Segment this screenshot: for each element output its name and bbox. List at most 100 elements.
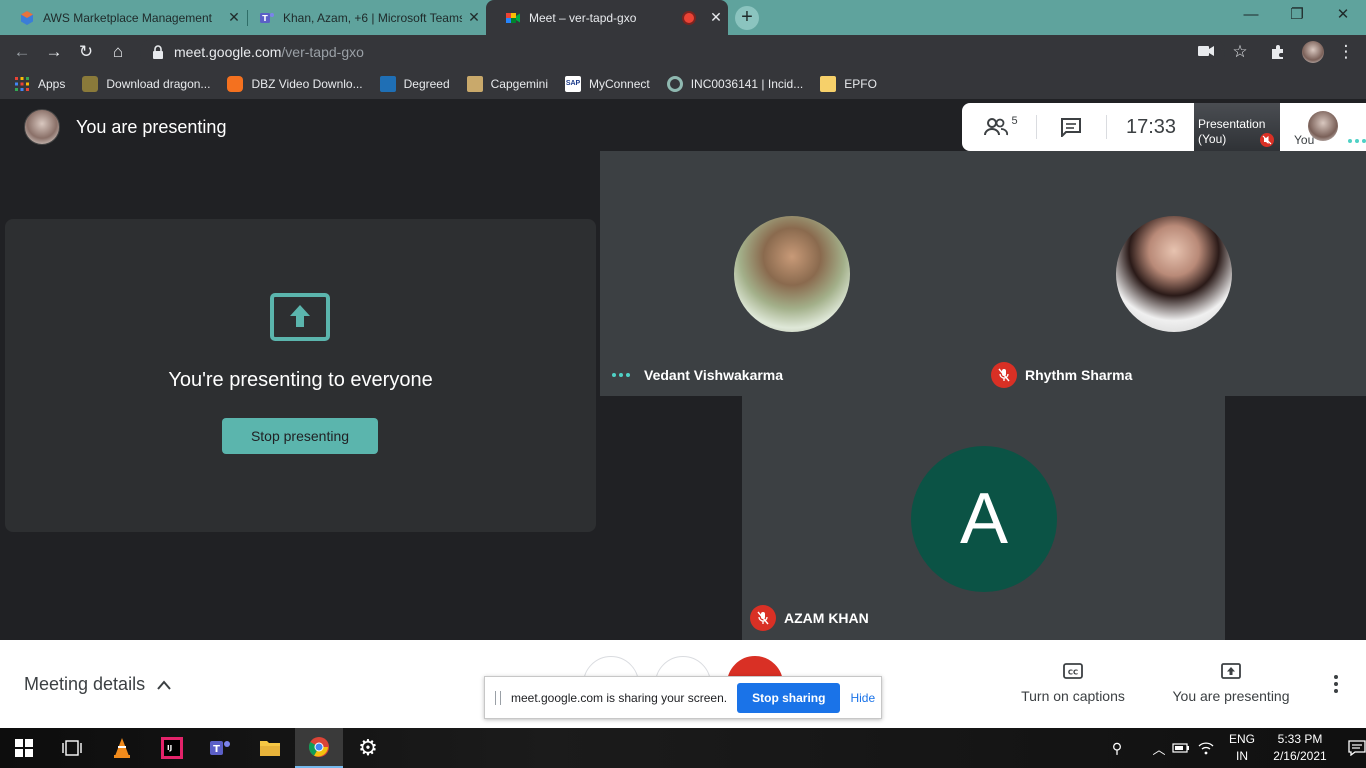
- profile-avatar[interactable]: [1302, 41, 1324, 63]
- intellij-taskbar-button[interactable]: IJ: [148, 728, 196, 768]
- participant-name-row: Vedant Vishwakarma: [612, 367, 783, 383]
- svg-text:T: T: [262, 14, 268, 23]
- close-window-button[interactable]: ✕: [1320, 0, 1366, 30]
- bookmark-label: EPFO: [844, 77, 877, 91]
- meeting-info-panel: 5 17:33 Presentation (You) You: [962, 103, 1366, 151]
- extensions-puzzle-icon[interactable]: [1270, 44, 1286, 60]
- url-path: /ver-tapd-gxo: [281, 44, 364, 60]
- teams-icon: T: [210, 741, 230, 755]
- screen-share-notification: meet.google.com is sharing your screen. …: [484, 676, 882, 719]
- bookmark-download-dragon[interactable]: Download dragon...: [82, 76, 210, 92]
- meeting-details-button[interactable]: Meeting details: [24, 674, 171, 695]
- new-tab-button[interactable]: +: [735, 6, 759, 30]
- minimize-button[interactable]: —: [1228, 0, 1274, 30]
- shield-icon: [82, 76, 99, 92]
- participant-count: 5: [1011, 115, 1018, 127]
- chevron-up-icon: [157, 679, 171, 690]
- people-icon: [984, 118, 1009, 136]
- chrome-menu-kebab-icon[interactable]: ⋮: [1336, 42, 1356, 62]
- taskbar-clock[interactable]: 5:33 PM 2/16/2021: [1268, 731, 1332, 765]
- windows-start-button[interactable]: [0, 728, 48, 768]
- participant-tile-vedant[interactable]: Vedant Vishwakarma: [600, 151, 983, 396]
- taskbar-time: 5:33 PM: [1277, 732, 1323, 746]
- gear-icon: ⚙: [358, 735, 378, 760]
- participant-name-row: Rhythm Sharma: [991, 362, 1132, 388]
- system-tray: ⚲ ︿ ENG IN 5:33 PM 2/16/2021: [1106, 728, 1366, 768]
- more-options-kebab-icon[interactable]: [1328, 674, 1344, 694]
- action-center-notification-icon[interactable]: [1348, 740, 1366, 756]
- restore-button[interactable]: ❐: [1274, 0, 1320, 30]
- you-are-presenting-button[interactable]: You are presenting: [1170, 662, 1292, 704]
- vlc-cone-icon: [114, 738, 130, 758]
- bookmark-label: Degreed: [403, 77, 450, 91]
- speaking-indicator-icon: [1348, 139, 1366, 143]
- tab-aws-marketplace[interactable]: AWS Marketplace Management ✕: [0, 0, 246, 35]
- presenting-label: You are presenting: [1172, 688, 1290, 704]
- divider: [1036, 115, 1037, 139]
- participant-tile-azam[interactable]: A AZAM KHAN: [742, 396, 1225, 640]
- language-line-1: ENG: [1228, 732, 1255, 746]
- lock-icon: [153, 45, 163, 59]
- capgemini-icon: [466, 76, 483, 92]
- participant-name: Rhythm Sharma: [1025, 367, 1133, 383]
- bookmark-label: Download dragon...: [106, 77, 211, 91]
- bookmark-epfo[interactable]: EPFO: [820, 76, 877, 92]
- battery-icon[interactable]: [1172, 742, 1190, 754]
- stop-presenting-button[interactable]: Stop presenting: [222, 418, 378, 454]
- chat-button[interactable]: [1046, 103, 1096, 151]
- tab-close-icon[interactable]: ✕: [462, 9, 486, 26]
- folder-icon: [260, 741, 280, 756]
- chrome-taskbar-button[interactable]: [295, 728, 343, 768]
- vlc-taskbar-button[interactable]: [98, 728, 146, 768]
- bookmark-myconnect[interactable]: SAP MyConnect: [565, 76, 650, 92]
- intellij-icon: IJ: [161, 737, 183, 759]
- avatar: [24, 109, 60, 145]
- forward-arrow-icon[interactable]: →: [44, 42, 64, 62]
- settings-taskbar-button[interactable]: ⚙: [344, 728, 392, 768]
- participant-name: Vedant Vishwakarma: [644, 367, 784, 383]
- aws-favicon-icon: [21, 10, 33, 25]
- people-tray-icon[interactable]: ⚲: [1106, 740, 1128, 757]
- back-arrow-icon[interactable]: ←: [12, 42, 32, 62]
- bookmark-incident[interactable]: INC0036141 | Incid...: [666, 76, 804, 92]
- presentation-thumbnail[interactable]: Presentation (You): [1194, 103, 1280, 151]
- self-view-thumbnail[interactable]: You: [1284, 103, 1366, 151]
- task-view-button[interactable]: [48, 728, 96, 768]
- reload-icon[interactable]: ↻: [76, 42, 96, 62]
- tab-microsoft-teams[interactable]: T Khan, Azam, +6 | Microsoft Teams ✕: [240, 0, 486, 35]
- participant-name-row: AZAM KHAN: [750, 605, 869, 631]
- home-icon[interactable]: ⌂: [108, 42, 128, 62]
- bookmark-star-icon[interactable]: ☆: [1230, 42, 1250, 62]
- blogger-icon: [227, 76, 244, 92]
- tab-google-meet[interactable]: Meet – ver-tapd-gxo ✕: [486, 0, 728, 35]
- camera-in-use-icon[interactable]: [1198, 44, 1214, 58]
- teams-taskbar-button[interactable]: T: [196, 728, 244, 768]
- browser-tab-strip: AWS Marketplace Management ✕ T Khan, Aza…: [0, 0, 1366, 35]
- svg-text:T: T: [213, 744, 220, 755]
- drag-handle-icon[interactable]: [495, 690, 501, 705]
- tab-close-icon[interactable]: ✕: [704, 9, 728, 26]
- avatar: [1308, 111, 1338, 141]
- presentation-thumb-label: Presentation (You): [1198, 117, 1266, 146]
- bookmark-capgemini[interactable]: Capgemini: [466, 76, 548, 92]
- tab-title: Meet – ver-tapd-gxo: [529, 10, 637, 25]
- bookmark-degreed[interactable]: Degreed: [379, 76, 450, 92]
- bookmark-dbz-video[interactable]: DBZ Video Downlo...: [227, 76, 363, 92]
- meeting-details-label: Meeting details: [24, 674, 146, 694]
- hide-link[interactable]: Hide: [850, 691, 875, 705]
- bookmark-apps[interactable]: Apps: [14, 76, 65, 92]
- participant-tile-rhythm[interactable]: Rhythm Sharma: [983, 151, 1366, 396]
- show-hidden-icons-chevron-icon[interactable]: ︿: [1148, 739, 1170, 758]
- address-bar[interactable]: meet.google.com/ver-tapd-gxo: [140, 38, 1225, 66]
- captions-icon: CC: [1063, 663, 1083, 679]
- file-explorer-taskbar-button[interactable]: [246, 728, 294, 768]
- wifi-icon[interactable]: [1198, 741, 1214, 755]
- stop-sharing-button[interactable]: Stop sharing: [737, 682, 841, 713]
- presenting-header: You are presenting: [24, 109, 226, 145]
- input-language-indicator[interactable]: ENG IN: [1228, 731, 1256, 765]
- avatar: A: [911, 446, 1057, 592]
- meet-stage: You are presenting 5 17:33 Presentation …: [0, 99, 1366, 640]
- bookmark-label: INC0036141 | Incid...: [690, 77, 804, 91]
- participants-button[interactable]: 5: [976, 103, 1026, 151]
- turn-on-captions-button[interactable]: CC Turn on captions: [1016, 662, 1130, 704]
